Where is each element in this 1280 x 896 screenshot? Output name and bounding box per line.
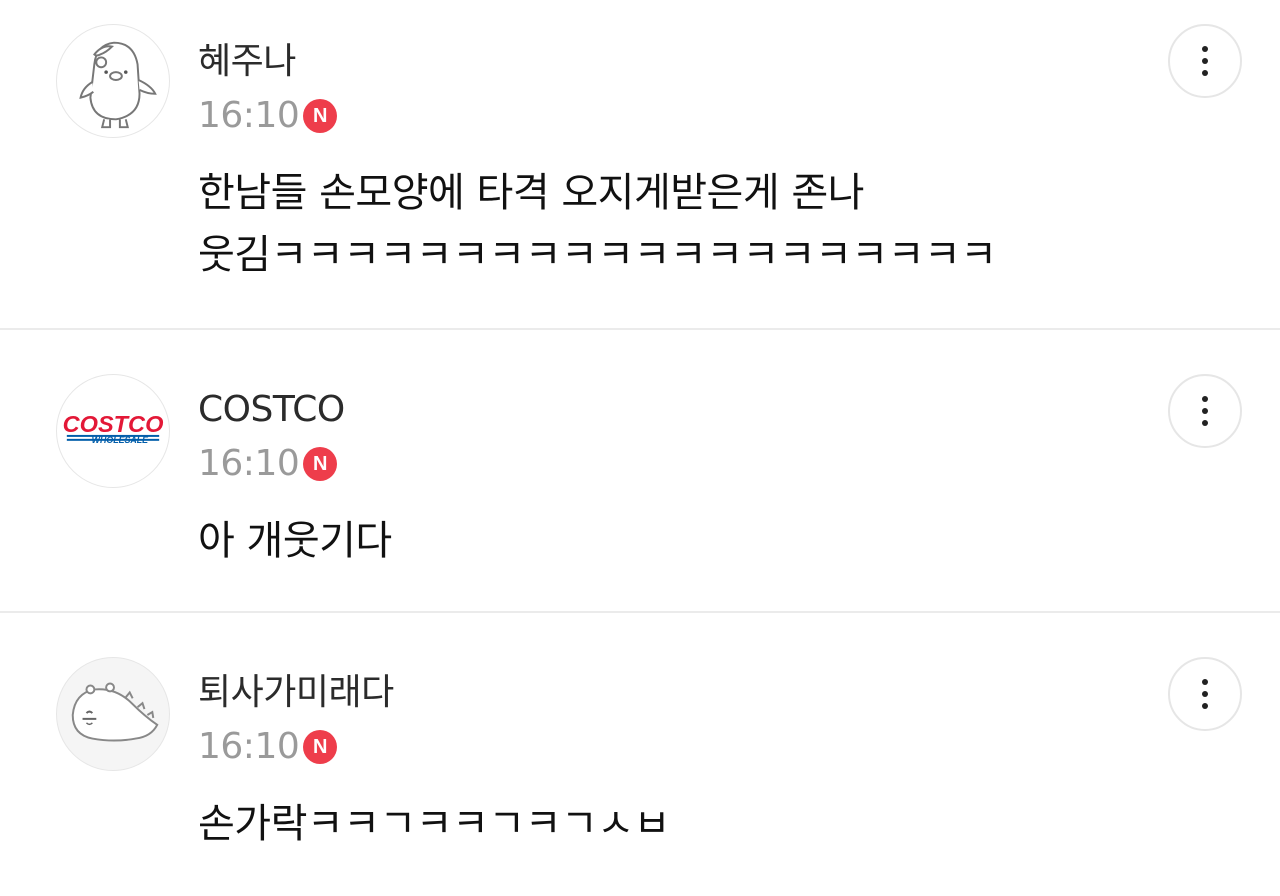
penguin-character-icon <box>79 41 157 129</box>
comment-item: 퇴사가미래다 16:10 N 손가락ㅋㅋㄱㅋㅋㄱㅋㄱㅅㅂ <box>0 613 1280 896</box>
new-badge: N <box>303 730 338 764</box>
costco-logo-icon: COSTCO WHOLESALE <box>63 411 164 445</box>
more-vertical-icon <box>1202 393 1208 429</box>
comment-text: 손가락ㅋㅋㄱㅋㅋㄱㅋㄱㅅㅂ <box>198 801 670 847</box>
author-name[interactable]: 혜주나 <box>198 40 296 84</box>
comment-item: COSTCO WHOLESALE COSTCO 16:10 N 아 개웃기다 <box>0 330 1280 613</box>
author-name[interactable]: COSTCO <box>198 388 345 432</box>
more-options-button[interactable] <box>1168 374 1242 448</box>
comment-list: 혜주나 16:10 N 한남들 손모양에 타격 오지게받은게 존나 웃김ㅋㅋㅋㅋ… <box>0 0 1280 896</box>
costco-logo-bottom: WHOLESALE <box>92 435 150 445</box>
more-vertical-icon <box>1202 676 1208 712</box>
more-options-button[interactable] <box>1168 657 1242 731</box>
author-name[interactable]: 퇴사가미래다 <box>198 671 394 715</box>
new-badge: N <box>303 447 338 481</box>
timestamp: 16:10 <box>198 726 300 767</box>
more-vertical-icon <box>1202 43 1208 79</box>
comment-meta: 16:10 N <box>198 725 338 769</box>
comment-text: 아 개웃기다 <box>198 518 392 564</box>
timestamp: 16:10 <box>198 443 300 484</box>
new-badge: N <box>303 99 338 133</box>
more-options-button[interactable] <box>1168 24 1242 98</box>
avatar[interactable]: COSTCO WHOLESALE <box>56 374 170 488</box>
costco-logo-top: COSTCO <box>63 411 164 437</box>
comment-text: 한남들 손모양에 타격 오지게받은게 존나 웃김ㅋㅋㅋㅋㅋㅋㅋㅋㅋㅋㅋㅋㅋㅋㅋㅋ… <box>198 170 997 278</box>
comment-meta: 16:10 N <box>198 94 338 138</box>
comment-meta: 16:10 N <box>198 442 338 486</box>
avatar[interactable] <box>56 24 170 138</box>
dinosaur-character-icon <box>71 682 159 742</box>
avatar[interactable] <box>56 657 170 771</box>
timestamp: 16:10 <box>198 95 300 136</box>
comment-item: 혜주나 16:10 N 한남들 손모양에 타격 오지게받은게 존나 웃김ㅋㅋㅋㅋ… <box>0 0 1280 330</box>
